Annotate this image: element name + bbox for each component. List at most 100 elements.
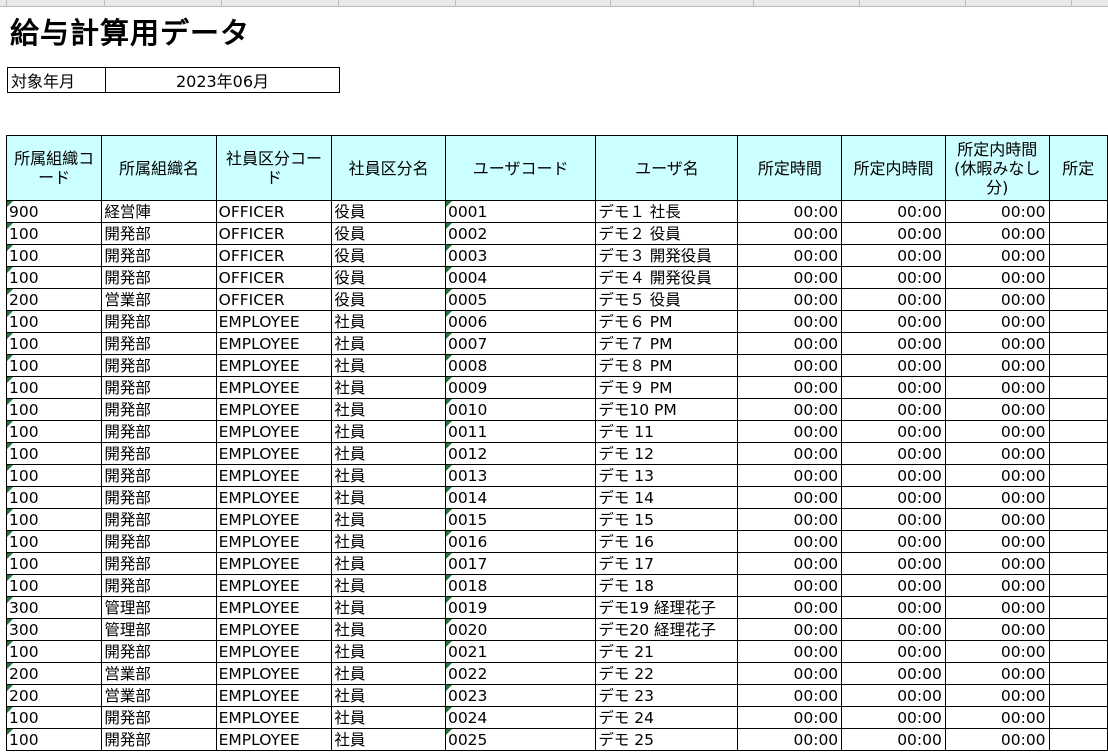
column-header-strip[interactable] bbox=[0, 0, 1108, 7]
table-cell[interactable]: 社員 bbox=[331, 662, 446, 685]
table-cell[interactable]: 00:00 bbox=[841, 332, 946, 355]
table-cell[interactable]: 0012 bbox=[444, 442, 597, 465]
table-cell[interactable]: 00:00 bbox=[944, 442, 1050, 465]
table-cell[interactable]: 0025 bbox=[444, 728, 597, 751]
table-cell[interactable]: 00:00 bbox=[841, 288, 946, 311]
table-cell[interactable]: 社員 bbox=[331, 464, 446, 487]
table-cell[interactable]: 00:00 bbox=[737, 552, 843, 575]
table-cell[interactable]: 00:00 bbox=[841, 486, 946, 509]
table-cell[interactable]: 100 bbox=[5, 442, 103, 465]
table-cell[interactable]: デモ６ PM bbox=[595, 310, 739, 333]
table-cell[interactable]: 開発部 bbox=[101, 442, 217, 465]
table-cell[interactable]: 00:00 bbox=[737, 288, 843, 311]
table-cell[interactable]: 00:00 bbox=[737, 222, 843, 245]
column-header[interactable]: 所定内時間(休暇みなし分) bbox=[944, 135, 1050, 201]
table-cell[interactable]: 100 bbox=[5, 706, 103, 729]
table-cell[interactable]: 100 bbox=[5, 530, 103, 553]
table-cell[interactable]: 00:00 bbox=[944, 398, 1050, 421]
table-cell[interactable] bbox=[1048, 310, 1108, 333]
table-cell[interactable]: デモ３ 開発役員 bbox=[595, 244, 739, 267]
table-cell[interactable]: 00:00 bbox=[737, 266, 843, 289]
table-cell[interactable]: 0007 bbox=[444, 332, 597, 355]
table-cell[interactable]: 役員 bbox=[331, 222, 446, 245]
table-cell[interactable]: 0014 bbox=[444, 486, 597, 509]
table-cell[interactable]: 00:00 bbox=[944, 288, 1050, 311]
table-cell[interactable]: EMPLOYEE bbox=[215, 398, 333, 421]
table-cell[interactable]: 社員 bbox=[331, 486, 446, 509]
table-cell[interactable]: 00:00 bbox=[737, 420, 843, 443]
table-cell[interactable]: 00:00 bbox=[841, 728, 946, 751]
table-cell[interactable]: 開発部 bbox=[101, 398, 217, 421]
table-cell[interactable]: 00:00 bbox=[737, 640, 843, 663]
table-cell[interactable]: 200 bbox=[5, 662, 103, 685]
table-cell[interactable]: 0024 bbox=[444, 706, 597, 729]
table-cell[interactable]: 00:00 bbox=[841, 266, 946, 289]
table-cell[interactable]: デモ 12 bbox=[595, 442, 739, 465]
table-cell[interactable]: 00:00 bbox=[737, 332, 843, 355]
table-cell[interactable]: 00:00 bbox=[944, 618, 1050, 641]
table-cell[interactable]: 100 bbox=[5, 552, 103, 575]
table-cell[interactable]: 社員 bbox=[331, 398, 446, 421]
table-cell[interactable]: デモ 15 bbox=[595, 508, 739, 531]
table-cell[interactable]: EMPLOYEE bbox=[215, 332, 333, 355]
table-cell[interactable]: EMPLOYEE bbox=[215, 420, 333, 443]
table-cell[interactable]: 00:00 bbox=[841, 354, 946, 377]
table-cell[interactable]: EMPLOYEE bbox=[215, 508, 333, 531]
column-header[interactable]: 所定 bbox=[1048, 135, 1108, 201]
table-cell[interactable]: 開発部 bbox=[101, 310, 217, 333]
table-cell[interactable]: 100 bbox=[5, 398, 103, 421]
table-cell[interactable] bbox=[1048, 376, 1108, 399]
table-cell[interactable]: 社員 bbox=[331, 530, 446, 553]
table-cell[interactable]: EMPLOYEE bbox=[215, 706, 333, 729]
table-cell[interactable]: 00:00 bbox=[944, 662, 1050, 685]
table-cell[interactable]: OFFICER bbox=[215, 244, 333, 267]
table-cell[interactable]: 開発部 bbox=[101, 728, 217, 751]
table-cell[interactable]: 0013 bbox=[444, 464, 597, 487]
column-header[interactable]: 所属組織名 bbox=[101, 135, 217, 201]
table-cell[interactable]: 0021 bbox=[444, 640, 597, 663]
table-cell[interactable]: デモ２ 役員 bbox=[595, 222, 739, 245]
table-cell[interactable]: デモ４ 開発役員 bbox=[595, 266, 739, 289]
column-header[interactable]: ユーザ名 bbox=[595, 135, 739, 201]
table-cell[interactable]: デモ 25 bbox=[595, 728, 739, 751]
table-cell[interactable]: 00:00 bbox=[944, 376, 1050, 399]
table-cell[interactable]: 00:00 bbox=[944, 552, 1050, 575]
column-header[interactable]: 社員区分名 bbox=[331, 135, 446, 201]
table-cell[interactable]: 00:00 bbox=[944, 684, 1050, 707]
table-cell[interactable]: 00:00 bbox=[841, 200, 946, 223]
table-cell[interactable]: 00:00 bbox=[841, 640, 946, 663]
table-cell[interactable]: OFFICER bbox=[215, 222, 333, 245]
table-cell[interactable]: 00:00 bbox=[944, 354, 1050, 377]
table-cell[interactable]: デモ 14 bbox=[595, 486, 739, 509]
table-cell[interactable]: 0009 bbox=[444, 376, 597, 399]
table-cell[interactable]: EMPLOYEE bbox=[215, 552, 333, 575]
table-cell[interactable]: 社員 bbox=[331, 420, 446, 443]
table-cell[interactable]: 社員 bbox=[331, 618, 446, 641]
table-cell[interactable]: 00:00 bbox=[737, 728, 843, 751]
table-cell[interactable] bbox=[1048, 618, 1108, 641]
table-cell[interactable]: 社員 bbox=[331, 706, 446, 729]
table-cell[interactable]: 開発部 bbox=[101, 420, 217, 443]
table-cell[interactable]: デモ 17 bbox=[595, 552, 739, 575]
table-cell[interactable]: 100 bbox=[5, 244, 103, 267]
table-cell[interactable]: 00:00 bbox=[737, 530, 843, 553]
table-cell[interactable]: 開発部 bbox=[101, 244, 217, 267]
table-cell[interactable]: 00:00 bbox=[944, 266, 1050, 289]
table-cell[interactable]: 0005 bbox=[444, 288, 597, 311]
table-cell[interactable]: デモ８ PM bbox=[595, 354, 739, 377]
table-cell[interactable]: 00:00 bbox=[944, 464, 1050, 487]
table-cell[interactable]: 00:00 bbox=[737, 244, 843, 267]
table-cell[interactable]: 0006 bbox=[444, 310, 597, 333]
table-cell[interactable]: 0002 bbox=[444, 222, 597, 245]
table-cell[interactable]: EMPLOYEE bbox=[215, 464, 333, 487]
table-cell[interactable] bbox=[1048, 552, 1108, 575]
table-cell[interactable]: 900 bbox=[5, 200, 103, 223]
column-header[interactable]: ユーザコード bbox=[444, 135, 597, 201]
table-cell[interactable]: 00:00 bbox=[944, 486, 1050, 509]
table-cell[interactable]: 100 bbox=[5, 640, 103, 663]
table-cell[interactable]: EMPLOYEE bbox=[215, 530, 333, 553]
table-cell[interactable]: 0022 bbox=[444, 662, 597, 685]
table-cell[interactable]: 100 bbox=[5, 266, 103, 289]
table-cell[interactable]: 100 bbox=[5, 310, 103, 333]
table-cell[interactable]: OFFICER bbox=[215, 266, 333, 289]
